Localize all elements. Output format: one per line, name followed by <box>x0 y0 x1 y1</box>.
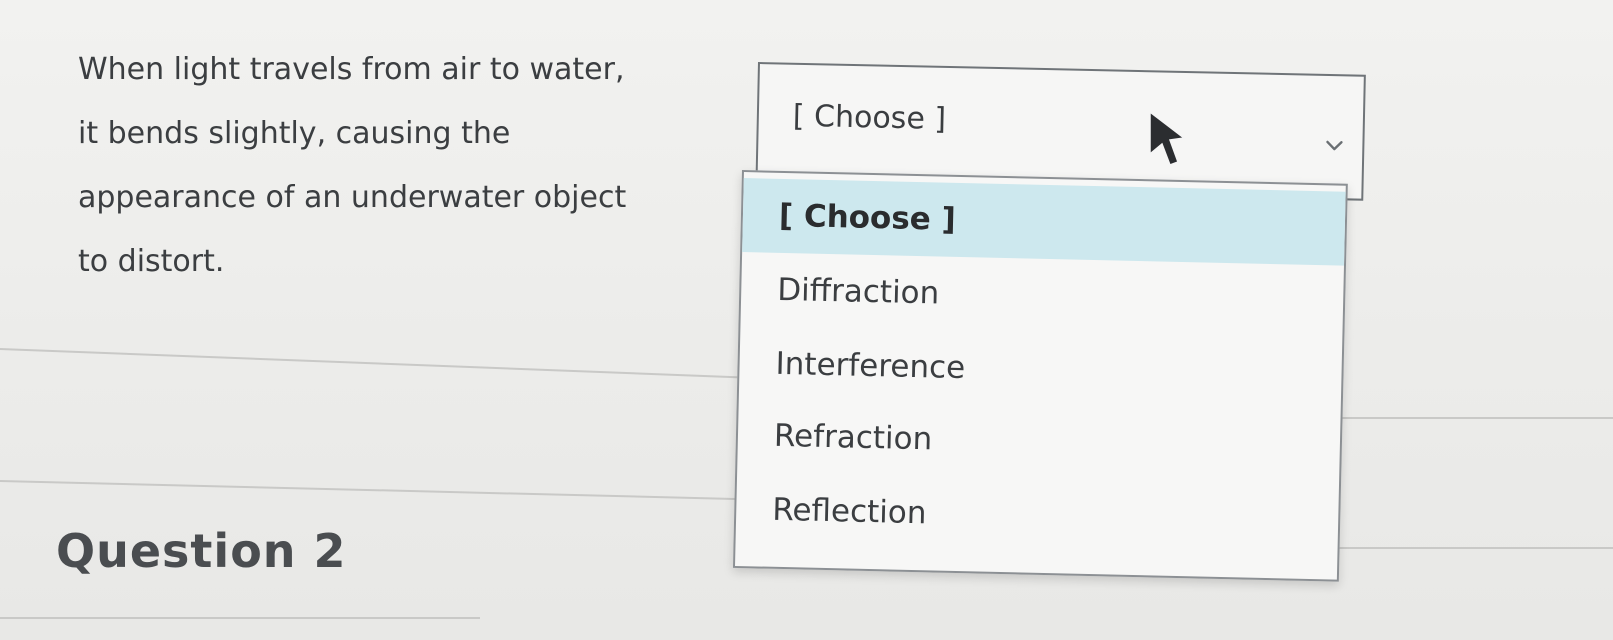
option-choose[interactable]: [ Choose ] <box>742 178 1346 266</box>
question-text-line: it bends slightly, causing the <box>78 116 511 151</box>
mouse-cursor-icon <box>1149 110 1186 166</box>
question-1-text: When light travels from air to water, it… <box>78 38 768 294</box>
option-diffraction[interactable]: Diffraction <box>740 252 1344 340</box>
question-text-line: When light travels from air to water, <box>78 52 625 87</box>
question-2-heading: Question 2 <box>56 524 347 578</box>
select-current-value: [ Choose ] <box>792 98 947 137</box>
question-divider <box>1330 547 1613 549</box>
question-divider <box>0 617 480 619</box>
question-text-line: appearance of an underwater object <box>78 180 627 215</box>
option-refraction[interactable]: Refraction <box>737 398 1341 486</box>
question-text-line: to distort. <box>78 244 225 279</box>
chevron-down-icon <box>1326 140 1343 151</box>
question-divider <box>1340 417 1613 419</box>
answer-options-list[interactable]: [ Choose ] Diffraction Interference Refr… <box>732 170 1348 582</box>
option-reflection[interactable]: Reflection <box>735 472 1339 560</box>
